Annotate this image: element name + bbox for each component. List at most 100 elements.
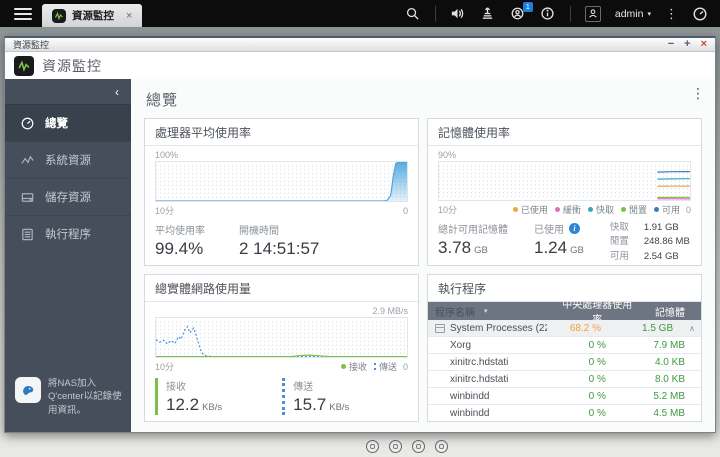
- memory-y-axis-max: 90%: [438, 150, 457, 160]
- storage-drive-icon: [21, 192, 34, 202]
- resource-monitor-window: 資源監控 − + × 資源監控 ‹ 總覽 系統資源 儲存資源 執行程序 將NAS…: [4, 36, 716, 433]
- network-tx-stat: 傳送 15.7 KB/s: [282, 378, 349, 415]
- memory-panel-title: 記憶體使用率: [428, 119, 701, 146]
- taskbar-icon-3[interactable]: [412, 440, 425, 453]
- cpu-panel-title: 處理器平均使用率: [145, 119, 418, 146]
- tab-close-icon[interactable]: ×: [126, 10, 132, 22]
- taskbar-icon-4[interactable]: [435, 440, 448, 453]
- chevron-left-icon: ‹: [115, 84, 119, 99]
- process-table-header: 程序名稱▾ 中央處理器使用率 記憶體: [428, 302, 701, 326]
- background-tasks-icon[interactable]: [480, 6, 496, 22]
- sidebar-item-overview[interactable]: 總覽: [5, 104, 131, 141]
- app-tab[interactable]: 資源監控 ×: [42, 4, 143, 27]
- volume-icon[interactable]: [450, 6, 466, 22]
- top-bar: 資源監控 × 1 admin ▾ ⋮: [0, 0, 720, 27]
- legend-dot-available: [653, 207, 659, 212]
- resource-monitor-app-icon: [52, 8, 66, 23]
- cpu-average-value: 99.4%: [155, 239, 204, 258]
- legend-label: 可用: [661, 205, 680, 215]
- memory-free-label: 閒置: [609, 236, 629, 248]
- processes-panel-title: 執行程序: [428, 275, 701, 302]
- gauge-icon: [21, 117, 34, 129]
- sidebar-item-system-resource[interactable]: 系統資源: [5, 141, 131, 178]
- window-titlebar[interactable]: 資源監控 − + ×: [5, 38, 715, 52]
- more-options-icon[interactable]: ⋮: [665, 6, 678, 22]
- network-tx-unit: KB/s: [329, 402, 350, 413]
- sort-caret-icon: ▾: [484, 308, 488, 315]
- qcenter-app-icon: [15, 376, 41, 403]
- cpu-x-axis-left: 10分: [155, 206, 175, 216]
- memory-x-axis-right: 0: [685, 204, 691, 215]
- main-menu-icon[interactable]: [14, 5, 32, 23]
- column-header-memory[interactable]: 記憶體: [635, 304, 701, 319]
- legend-dash-tx: [373, 363, 376, 370]
- process-row-group[interactable]: System Processes (227) 68.2 % 1.5 GB ∧: [428, 320, 701, 337]
- main-content: ⋮ 總覽 處理器平均使用率 100% 10分 0 平均使用率 99.4% 開機時…: [131, 79, 715, 432]
- network-usage-chart: [155, 317, 408, 358]
- memory-total-stat: 總計可用記憶體 3.78 GB: [438, 221, 508, 264]
- page-options-icon[interactable]: ⋮: [691, 85, 705, 102]
- memory-cache-label: 快取: [609, 222, 629, 233]
- cpu-y-axis-max: 100%: [155, 150, 179, 160]
- process-row[interactable]: winbindd 0 % 4.5 MB: [428, 405, 701, 421]
- network-tx-value: 15.7: [293, 395, 327, 414]
- info-icon[interactable]: i: [569, 223, 580, 234]
- uptime-value: 2 14:51:57: [239, 239, 320, 258]
- resource-monitor-app-icon: [14, 55, 34, 76]
- memory-x-axis-left: 10分: [438, 205, 458, 215]
- network-legend: 接收 傳送: [340, 360, 397, 373]
- topbar-separator: [569, 5, 571, 22]
- network-rx-unit: KB/s: [202, 402, 223, 413]
- network-rx-label: 接收: [166, 382, 186, 393]
- legend-dot-buffer: [554, 207, 560, 212]
- memory-available-label: 可用: [609, 250, 629, 262]
- close-button[interactable]: ×: [701, 39, 707, 50]
- memory-legend: 已使用 緩衝 快取 閒置 可用: [512, 203, 680, 216]
- collapse-group-icon[interactable]: ∧: [689, 324, 701, 333]
- sidebar-item-label: 執行程序: [45, 229, 91, 241]
- sidebar-item-storage-resource[interactable]: 儲存資源: [5, 178, 131, 215]
- window-title: 資源監控: [13, 40, 50, 50]
- qcenter-notice[interactable]: 將NAS加入 Q'center以記錄使用資訊。: [5, 367, 131, 432]
- process-table: 程序名稱▾ 中央處理器使用率 記憶體 System Processes (227…: [428, 302, 701, 421]
- memory-available-value: 2.54 GB: [643, 250, 679, 262]
- app-header: 資源監控: [5, 52, 715, 79]
- tab-title: 資源監控: [72, 10, 114, 22]
- processes-panel: 執行程序 程序名稱▾ 中央處理器使用率 記憶體 System Processes…: [427, 274, 702, 422]
- taskbar-icon-2[interactable]: [389, 440, 402, 453]
- process-row[interactable]: xinitrc.hdstati 0 % 4.0 KB: [428, 354, 701, 371]
- maximize-button[interactable]: +: [684, 39, 690, 50]
- sidebar-item-label: 總覽: [45, 118, 68, 130]
- line-chart-icon: [21, 155, 34, 164]
- notification-badge: 1: [522, 1, 533, 12]
- chevron-down-icon: ▾: [647, 10, 651, 18]
- network-x-axis-left: 10分: [155, 362, 175, 372]
- search-icon[interactable]: [405, 6, 421, 22]
- minimize-button[interactable]: −: [668, 39, 674, 50]
- cpu-x-axis-right: 0: [402, 205, 408, 216]
- process-row[interactable]: xinitrc.hdstati 0 % 8.0 KB: [428, 371, 701, 388]
- column-header-name[interactable]: 程序名稱 ▾: [428, 304, 559, 319]
- sidebar-collapse-button[interactable]: ‹: [5, 79, 131, 104]
- process-group-icon: [435, 323, 445, 333]
- qcenter-notice-text: 將NAS加入 Q'center以記錄使用資訊。: [48, 377, 122, 417]
- topbar-separator: [434, 5, 436, 22]
- taskbar-icon-1[interactable]: [366, 440, 379, 453]
- process-row[interactable]: winbindd 0 % 5.2 MB: [428, 388, 701, 405]
- legend-label: 接收: [348, 362, 367, 372]
- memory-panel: 記憶體使用率 90% 10分 已使用 緩衝 快取 閒置 可用 0 總計可用記憶體…: [427, 118, 702, 266]
- cpu-average-stat: 平均使用率 99.4%: [155, 222, 205, 259]
- sidebar-item-processes[interactable]: 執行程序: [5, 215, 131, 252]
- legend-label: 閒置: [628, 205, 647, 215]
- dashboard-gauge-icon[interactable]: [692, 6, 708, 22]
- process-row[interactable]: Xorg 0 % 7.9 MB: [428, 337, 701, 354]
- process-list-icon: [22, 228, 33, 240]
- user-avatar-icon[interactable]: [584, 5, 601, 22]
- notifications-icon[interactable]: 1: [510, 1, 533, 22]
- user-menu[interactable]: admin ▾: [615, 8, 651, 20]
- legend-label: 傳送: [378, 362, 397, 372]
- network-tx-label: 傳送: [293, 382, 314, 393]
- legend-label: 已使用: [520, 205, 548, 215]
- network-panel-title: 總實體網路使用量: [145, 275, 418, 302]
- info-icon-topbar[interactable]: [540, 6, 556, 22]
